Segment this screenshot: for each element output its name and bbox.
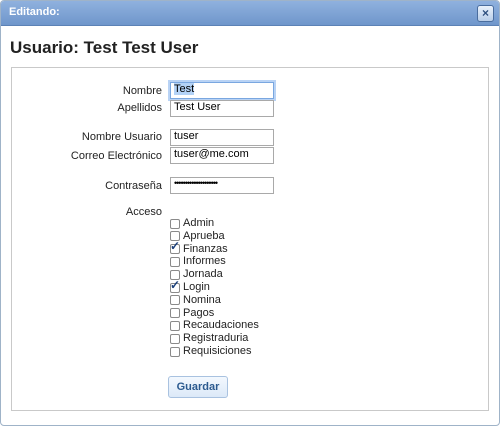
contrasena-field[interactable]: •••••••••••••••••••• [170,177,274,194]
acceso-option-label: Finanzas [183,242,228,255]
acceso-option[interactable]: Recaudaciones [170,319,259,332]
acceso-label: Acceso [125,206,162,218]
guardar-button[interactable]: Guardar [168,376,228,398]
page-title: Usuario: Test Test User [10,38,199,57]
checkbox[interactable] [170,256,180,267]
acceso-option[interactable]: Registraduria [170,332,248,345]
checkbox[interactable] [170,240,180,255]
apellidos-field[interactable]: Test User [170,100,274,117]
acceso-option-label: Recaudaciones [183,319,259,332]
nombre-usuario-label: Nombre Usuario [81,131,162,143]
checkbox[interactable] [170,346,180,357]
nombre-label: Nombre [122,85,162,97]
acceso-option-label: Nomina [183,293,221,306]
edit-user-dialog: Editando: × Usuario: Test Test User Nomb… [0,0,500,426]
checkbox[interactable] [170,320,180,331]
apellidos-label: Apellidos [117,102,162,114]
nombre-field[interactable]: Test [170,82,274,99]
acceso-option[interactable]: Requisiciones [170,345,251,358]
checkbox[interactable] [170,333,180,344]
acceso-option-label: Login [183,281,210,293]
acceso-option[interactable]: Admin [170,217,214,230]
checkbox[interactable] [170,279,180,293]
dialog-titlebar[interactable]: Editando: × [1,1,499,26]
acceso-option[interactable]: Informes [170,255,226,268]
close-button[interactable]: × [477,5,494,22]
acceso-option-label: Aprueba [183,229,225,242]
acceso-option[interactable]: Nomina [170,294,221,307]
nombre-value: Test [174,83,195,95]
nombre-usuario-field[interactable]: tuser [170,129,274,146]
acceso-option[interactable]: Login [170,279,210,294]
close-icon: × [481,6,489,20]
contrasena-label: Contraseña [105,180,162,192]
acceso-option-label: Admin [183,217,215,229]
acceso-option[interactable]: Finanzas [170,240,228,256]
acceso-option-label: Jornada [183,268,223,281]
acceso-option-label: Registraduria [183,332,249,345]
acceso-option-label: Informes [183,255,226,268]
checkbox[interactable] [170,295,180,306]
user-form: Nombre Test Apellidos Test User Nombre U… [11,67,489,411]
checkbox[interactable] [170,308,180,319]
correo-label: Correo Electrónico [70,150,162,162]
acceso-option-label: Pagos [183,306,215,319]
correo-field[interactable]: tuser@me.com [170,147,274,164]
acceso-option-label: Requisiciones [183,345,252,357]
checkbox[interactable] [170,218,180,229]
acceso-option[interactable]: Pagos [170,307,214,320]
dialog-title: Editando: [9,6,60,18]
